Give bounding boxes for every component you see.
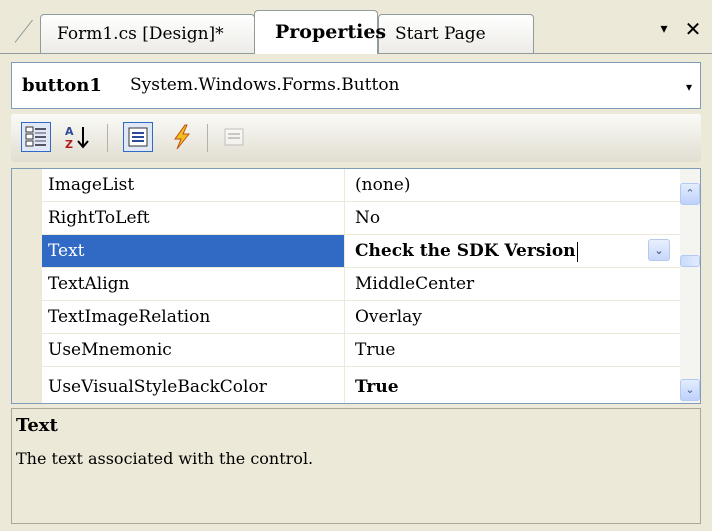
property-value[interactable]: No [345, 202, 680, 234]
property-value[interactable]: True [345, 334, 680, 366]
property-name: Text [42, 235, 345, 267]
property-value[interactable]: Overlay [345, 301, 680, 333]
toolbar-separator [107, 124, 108, 152]
close-icon[interactable]: ✕ [681, 16, 705, 42]
property-row-textimagerelation[interactable]: TextImageRelation Overlay [42, 301, 680, 334]
property-value-text[interactable]: Check the SDK Version [355, 241, 576, 261]
object-type: System.Windows.Forms.Button [130, 75, 400, 95]
property-name: TextAlign [42, 268, 345, 300]
toolbar-separator [207, 124, 208, 152]
chevron-down-icon[interactable]: ▾ [678, 63, 700, 108]
tab-form1-design[interactable]: Form1.cs [Design]* [40, 14, 255, 54]
events-icon[interactable] [167, 122, 197, 152]
svg-text:Z: Z [65, 138, 73, 151]
object-selector[interactable]: button1 System.Windows.Forms.Button ▾ [11, 62, 701, 109]
property-row-usemnemonic[interactable]: UseMnemonic True [42, 334, 680, 367]
alphabetical-icon[interactable]: A Z [63, 122, 93, 152]
description-title: Text [16, 415, 58, 436]
property-row-imagelist[interactable]: ImageList (none) [42, 169, 680, 202]
scroll-thumb[interactable] [680, 255, 700, 267]
property-name: ImageList [42, 169, 345, 201]
grid-gutter [12, 169, 42, 403]
property-row-textalign[interactable]: TextAlign MiddleCenter [42, 268, 680, 301]
property-value[interactable]: True [345, 367, 680, 399]
property-value[interactable]: (none) [345, 169, 680, 201]
property-name: UseMnemonic [42, 334, 345, 366]
text-caret [576, 241, 578, 262]
categorized-icon[interactable] [21, 122, 51, 152]
tab-label: Properties [275, 21, 387, 43]
description-pane: Text The text associated with the contro… [11, 408, 701, 524]
property-value[interactable]: MiddleCenter [345, 268, 680, 300]
tab-start-page[interactable]: Start Page [378, 14, 534, 54]
window-dropdown-icon[interactable]: ▾ [652, 16, 676, 42]
description-body: The text associated with the control. [16, 449, 314, 468]
property-name: UseVisualStyleBackColor [42, 367, 345, 403]
property-value-editor[interactable]: Check the SDK Version ⌄ [345, 235, 680, 267]
scroll-down-icon[interactable]: ⌄ [680, 379, 700, 401]
scroll-up-icon[interactable]: ⌃ [680, 183, 700, 205]
property-row-usevisualstylebackcolor[interactable]: UseVisualStyleBackColor True [42, 367, 680, 403]
svg-text:A: A [65, 125, 74, 138]
property-row-righttoleft[interactable]: RightToLeft No [42, 202, 680, 235]
chevron-down-icon[interactable]: ⌄ [648, 239, 670, 261]
property-grid: ImageList (none) RightToLeft No Text Che… [11, 168, 701, 404]
tab-label: Form1.cs [Design]* [57, 24, 224, 44]
object-name: button1 [22, 75, 102, 96]
properties-toolbar: A Z [11, 114, 701, 162]
properties-icon[interactable] [123, 122, 153, 152]
tab-properties[interactable]: Properties [254, 10, 386, 54]
property-pages-icon [219, 122, 249, 152]
vertical-scrollbar[interactable]: ⌃ ⌄ [680, 169, 700, 403]
property-name: RightToLeft [42, 202, 345, 234]
tab-label: Start Page [395, 24, 486, 44]
property-name: TextImageRelation [42, 301, 345, 333]
property-row-text[interactable]: Text Check the SDK Version ⌄ [42, 235, 680, 268]
document-tab-strip: Form1.cs [Design]* Properties Start Page… [0, 0, 712, 54]
